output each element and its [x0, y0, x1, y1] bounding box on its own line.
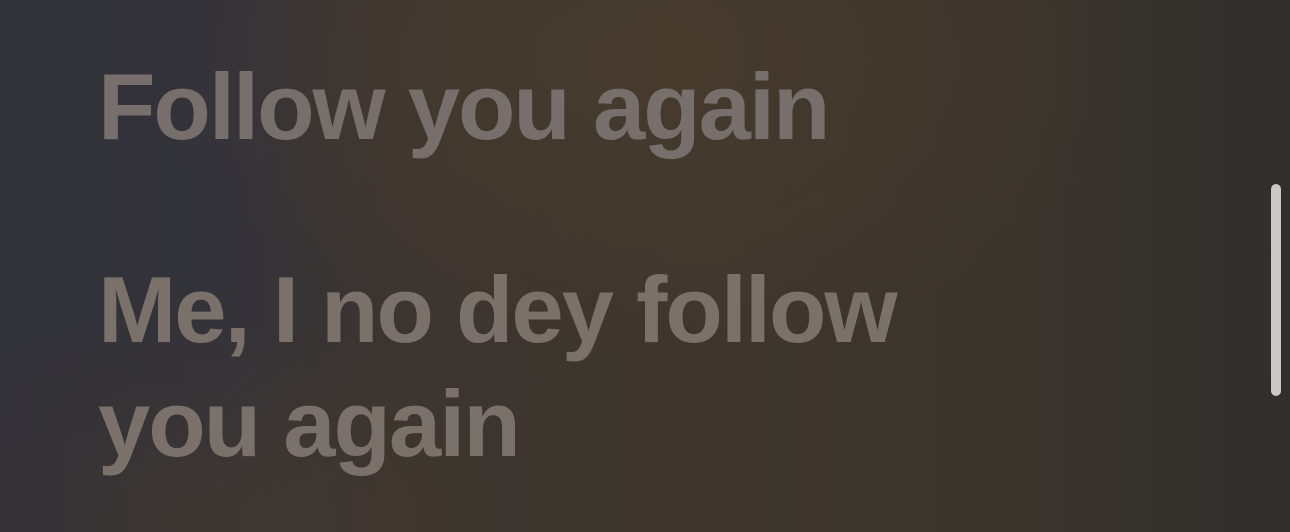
lyrics-view[interactable]: Follow you again Me, I no dey follow you…	[0, 0, 1290, 532]
scrollbar[interactable]	[1271, 184, 1281, 396]
lyric-line[interactable]: Me, I no dey follow you again	[98, 253, 998, 481]
lyric-line[interactable]: Follow you again	[98, 50, 830, 164]
